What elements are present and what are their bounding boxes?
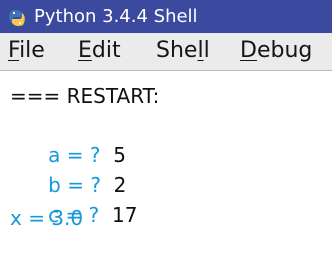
file-menu[interactable]: File	[8, 34, 45, 68]
edit-menu-label-rest: dit	[91, 38, 121, 63]
shell-menu-label-rest: l	[203, 38, 210, 63]
debug-menu-mnemonic: D	[240, 38, 257, 63]
edit-menu-mnemonic: E	[78, 38, 92, 63]
shell-menu-label-start: She	[156, 38, 198, 63]
restart-line: === RESTART:	[10, 84, 160, 108]
title-bar[interactable]: Python 3.4.4 Shell	[0, 0, 332, 33]
shell-output-area[interactable]: === RESTART: a = ? 5 b = ? 2 c = ? 17 x …	[0, 72, 332, 247]
debug-menu[interactable]: Debug	[240, 34, 312, 68]
menu-bar: File Edit Shell Debug	[0, 33, 332, 71]
shell-line-c: c = ? 17	[10, 173, 137, 227]
shell-line-a: a = ? 5	[10, 113, 126, 167]
shell-line-b: b = ? 2	[10, 143, 126, 197]
value-c-text: 17	[111, 203, 138, 227]
file-menu-mnemonic: F	[8, 38, 20, 63]
debug-menu-label-rest: ebug	[256, 38, 313, 63]
result-x: x = 3.0	[10, 206, 84, 230]
window-title: Python 3.4.4 Shell	[34, 6, 198, 27]
input-value-c: 17	[99, 203, 137, 227]
python-shell-window: Python 3.4.4 Shell File Edit Shell Debug…	[0, 0, 332, 247]
edit-menu[interactable]: Edit	[78, 34, 121, 68]
python-icon	[9, 9, 25, 27]
shell-menu[interactable]: Shell	[156, 34, 210, 68]
file-menu-label-rest: ile	[19, 38, 45, 63]
